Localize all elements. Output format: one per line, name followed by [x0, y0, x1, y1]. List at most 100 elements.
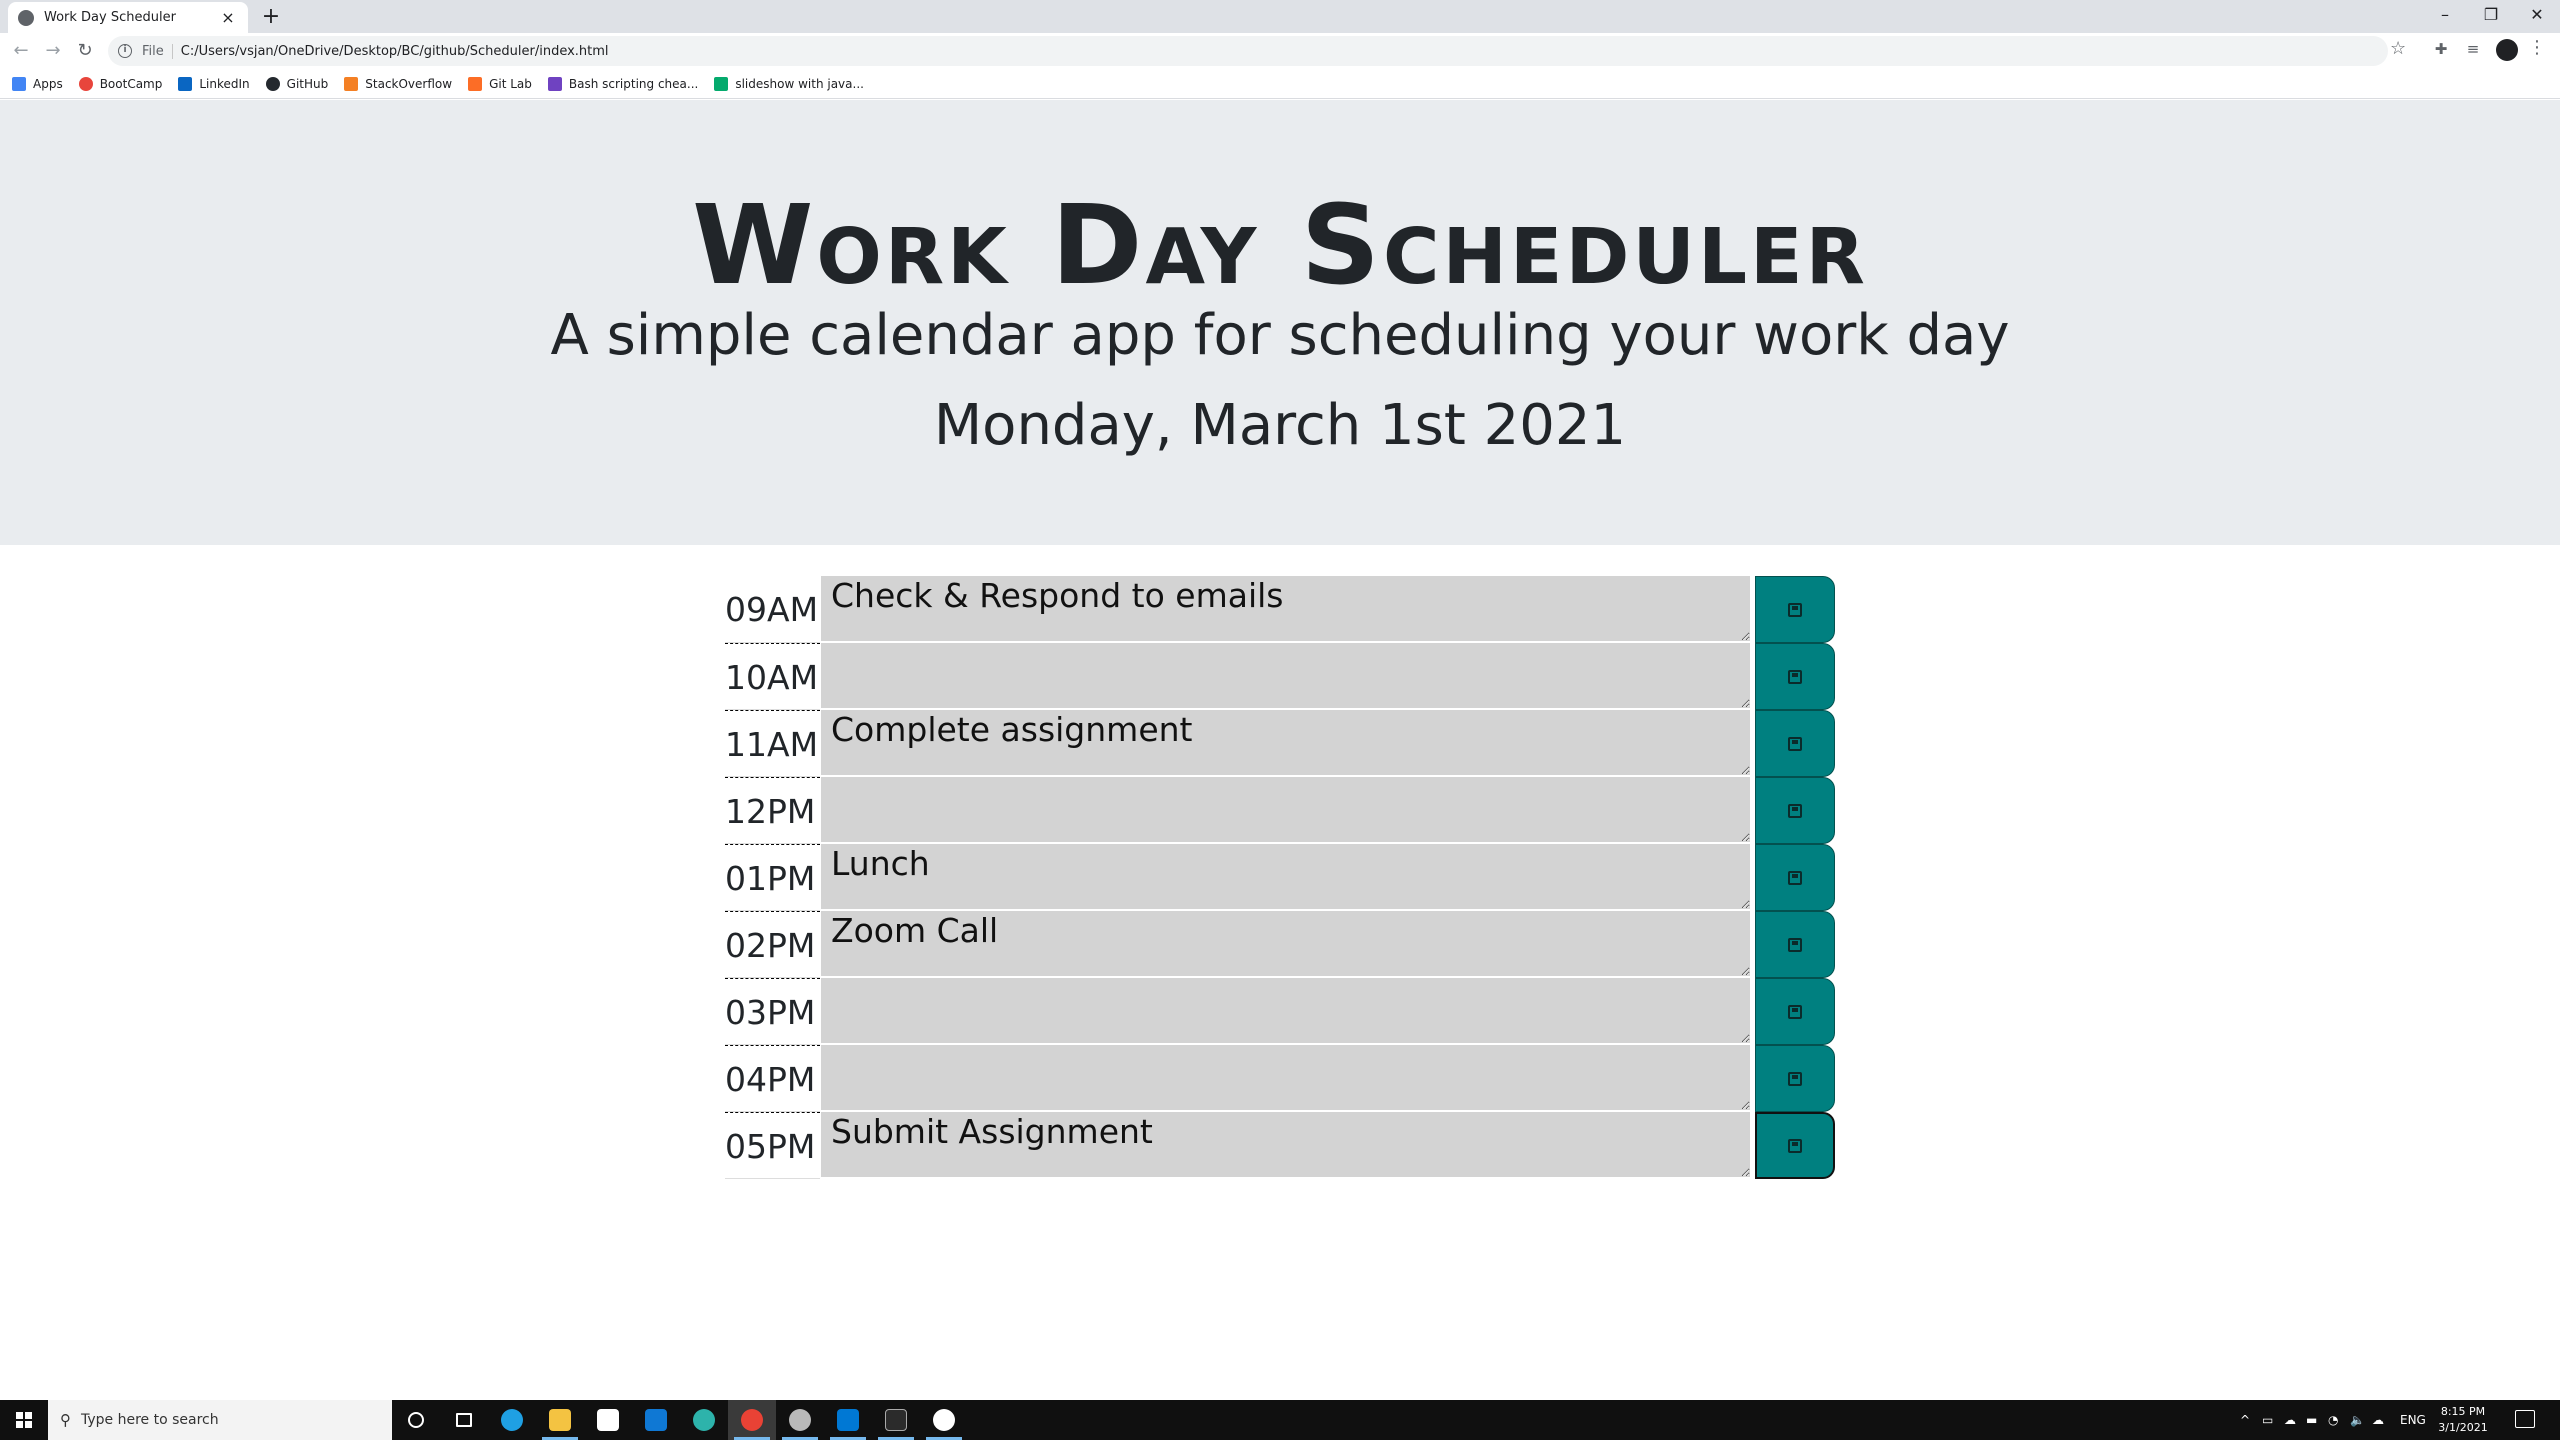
bookmark-apps[interactable]: Apps	[12, 76, 63, 91]
save-button[interactable]	[1755, 911, 1835, 978]
git-bash-icon[interactable]	[776, 1400, 824, 1440]
save-icon	[1788, 736, 1802, 751]
profile-avatar[interactable]	[2496, 39, 2518, 61]
time-block: 01PM	[725, 844, 1835, 911]
time-block: 04PM	[725, 1045, 1835, 1112]
cloud-sync-icon[interactable]: ☁	[2372, 1400, 2384, 1440]
browser-toolbar: ← → ↻ i File C:/Users/vsjan/OneDrive/Des…	[0, 33, 2560, 69]
windows-logo-icon	[16, 1412, 32, 1428]
url-text[interactable]: C:/Users/vsjan/OneDrive/Desktop/BC/githu…	[181, 44, 609, 59]
bookmark-gitlab[interactable]: Git Lab	[468, 76, 532, 91]
save-icon	[1788, 937, 1802, 952]
edge-dev-icon[interactable]	[680, 1400, 728, 1440]
tray-chevron-icon[interactable]: ^	[2240, 1400, 2250, 1440]
close-tab-icon[interactable]: ×	[218, 8, 238, 27]
hour-label: 09AM	[725, 576, 820, 643]
event-description[interactable]	[820, 576, 1750, 643]
task-view-icon[interactable]	[440, 1400, 488, 1440]
taskbar-search[interactable]: ⚲ Type here to search	[48, 1400, 392, 1440]
url-scheme: File	[142, 43, 173, 59]
terminal-icon[interactable]	[872, 1400, 920, 1440]
save-icon	[1788, 1004, 1802, 1019]
save-icon	[1788, 1071, 1802, 1086]
save-button[interactable]	[1755, 978, 1835, 1045]
chrome-icon[interactable]	[728, 1400, 776, 1440]
event-description[interactable]	[820, 710, 1750, 777]
bookmark-bootcamp[interactable]: BootCamp	[78, 76, 162, 91]
mail-icon[interactable]	[632, 1400, 680, 1440]
edge-icon[interactable]	[488, 1400, 536, 1440]
save-button[interactable]	[1755, 643, 1835, 710]
reading-list-icon[interactable]: ≡	[2464, 40, 2482, 58]
file-explorer-icon[interactable]	[536, 1400, 584, 1440]
new-tab-button[interactable]: +	[258, 4, 284, 30]
save-icon	[1788, 602, 1802, 617]
restore-button[interactable]: ❐	[2468, 0, 2514, 30]
save-button[interactable]	[1755, 1045, 1835, 1112]
wifi-icon[interactable]: ◔	[2328, 1400, 2338, 1440]
hour-label: 03PM	[725, 978, 820, 1045]
hour-label: 05PM	[725, 1112, 820, 1179]
clock-time: 8:15 PM	[2440, 1405, 2486, 1418]
bookmark-stackoverflow[interactable]: StackOverflow	[344, 76, 452, 91]
tab-work-day-scheduler[interactable]: Work Day Scheduler ×	[8, 2, 248, 33]
page-header: Work Day Scheduler A simple calendar app…	[0, 100, 2560, 545]
event-description[interactable]	[820, 777, 1750, 844]
vscode-icon[interactable]	[824, 1400, 872, 1440]
battery-icon[interactable]: ▬	[2306, 1400, 2317, 1440]
bootcamp-icon	[78, 76, 93, 91]
event-description[interactable]	[820, 844, 1750, 911]
save-button[interactable]	[1755, 777, 1835, 844]
bookmark-github[interactable]: GitHub	[265, 76, 328, 91]
back-arrow-icon[interactable]: ←	[8, 38, 34, 64]
reload-icon[interactable]: ↻	[72, 38, 98, 64]
hour-label: 04PM	[725, 1045, 820, 1112]
current-day: Monday, March 1st 2021	[933, 393, 1627, 458]
bookmark-slideshow[interactable]: slideshow with java...	[714, 76, 864, 91]
notifications-icon[interactable]	[2515, 1410, 2535, 1428]
language-indicator[interactable]: ENG	[2400, 1400, 2426, 1440]
time-block: 10AM	[725, 643, 1835, 710]
event-description[interactable]	[820, 1112, 1750, 1179]
system-clock[interactable]: 8:15 PM 3/1/2021	[2428, 1404, 2498, 1436]
store-icon[interactable]	[584, 1400, 632, 1440]
time-block: 05PM	[725, 1112, 1835, 1179]
save-icon	[1788, 1138, 1802, 1153]
bookmark-star-icon[interactable]: ☆	[2390, 38, 2406, 59]
cortana-icon[interactable]	[392, 1400, 440, 1440]
globe-icon	[18, 9, 34, 26]
browser-menu-icon[interactable]: ⋮	[2528, 37, 2546, 58]
volume-icon[interactable]: 🔈	[2350, 1400, 2365, 1440]
slack-icon[interactable]	[920, 1400, 968, 1440]
save-icon	[1788, 870, 1802, 885]
bash-icon	[547, 76, 562, 91]
event-description[interactable]	[820, 978, 1750, 1045]
gitlab-icon	[468, 76, 483, 91]
save-button[interactable]	[1755, 576, 1835, 643]
github-icon	[265, 76, 280, 91]
save-button[interactable]	[1755, 1112, 1835, 1179]
minimize-button[interactable]: –	[2422, 0, 2468, 30]
address-bar[interactable]: i File C:/Users/vsjan/OneDrive/Desktop/B…	[108, 36, 2388, 66]
start-button[interactable]	[0, 1400, 48, 1440]
event-description[interactable]	[820, 1045, 1750, 1112]
time-block: 11AM	[725, 710, 1835, 777]
event-description[interactable]	[820, 643, 1750, 710]
event-description[interactable]	[820, 911, 1750, 978]
close-window-button[interactable]: ✕	[2514, 0, 2560, 30]
forward-arrow-icon[interactable]: →	[40, 38, 66, 64]
bookmark-linkedin[interactable]: LinkedIn	[178, 76, 250, 91]
onedrive-icon[interactable]: ☁	[2284, 1400, 2296, 1440]
info-icon[interactable]: i	[118, 44, 132, 58]
bookmarks-bar: Apps BootCamp LinkedIn GitHub StackOverf…	[0, 69, 2560, 99]
save-icon	[1788, 669, 1802, 684]
extensions-puzzle-icon[interactable]: ✚	[2432, 40, 2450, 58]
save-icon	[1788, 803, 1802, 818]
search-icon: ⚲	[60, 1411, 71, 1429]
save-button[interactable]	[1755, 844, 1835, 911]
tray-device-icon[interactable]: ▭	[2262, 1400, 2273, 1440]
page-title: Work Day Scheduler	[692, 181, 1868, 309]
bookmark-bash-scripting[interactable]: Bash scripting chea...	[547, 76, 698, 91]
time-block: 12PM	[725, 777, 1835, 844]
save-button[interactable]	[1755, 710, 1835, 777]
